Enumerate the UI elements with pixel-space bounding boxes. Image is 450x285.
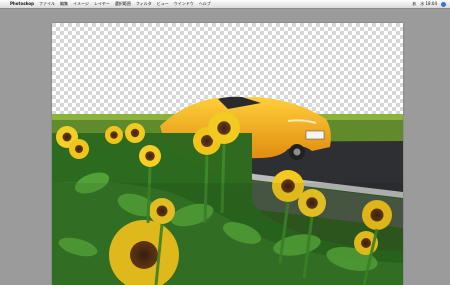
menu-select[interactable]: 選択範囲: [115, 0, 131, 8]
menu-file[interactable]: ファイル: [39, 0, 55, 8]
menu-layer[interactable]: レイヤー: [94, 0, 110, 8]
menu-window[interactable]: ウインドウ: [174, 0, 194, 8]
photo: [52, 23, 403, 285]
menu-edit[interactable]: 編集: [60, 0, 68, 8]
photoshop-workspace: [0, 9, 450, 285]
sunflower: [139, 145, 161, 167]
menu-image[interactable]: イメージ: [73, 0, 89, 8]
menu-app-name[interactable]: Photoshop: [10, 0, 34, 8]
menu-status-area: あ 水 18:04: [412, 0, 446, 8]
menu-help[interactable]: ヘルプ: [199, 0, 211, 8]
input-method-indicator[interactable]: あ: [412, 0, 416, 8]
spotlight-icon[interactable]: [441, 1, 446, 7]
menu-view[interactable]: ビュー: [157, 0, 169, 8]
document-canvas[interactable]: [52, 23, 403, 285]
menu-bar: Photoshop ファイル 編集 イメージ レイヤー 選択範囲 フィルタ ビュ…: [0, 0, 450, 9]
sunflower: [105, 126, 123, 144]
sunflower: [125, 123, 145, 143]
clock[interactable]: 水 18:04: [420, 0, 437, 8]
sunflower: [208, 112, 240, 144]
menu-filter[interactable]: フィルタ: [136, 0, 152, 8]
sunflower: [69, 139, 89, 159]
